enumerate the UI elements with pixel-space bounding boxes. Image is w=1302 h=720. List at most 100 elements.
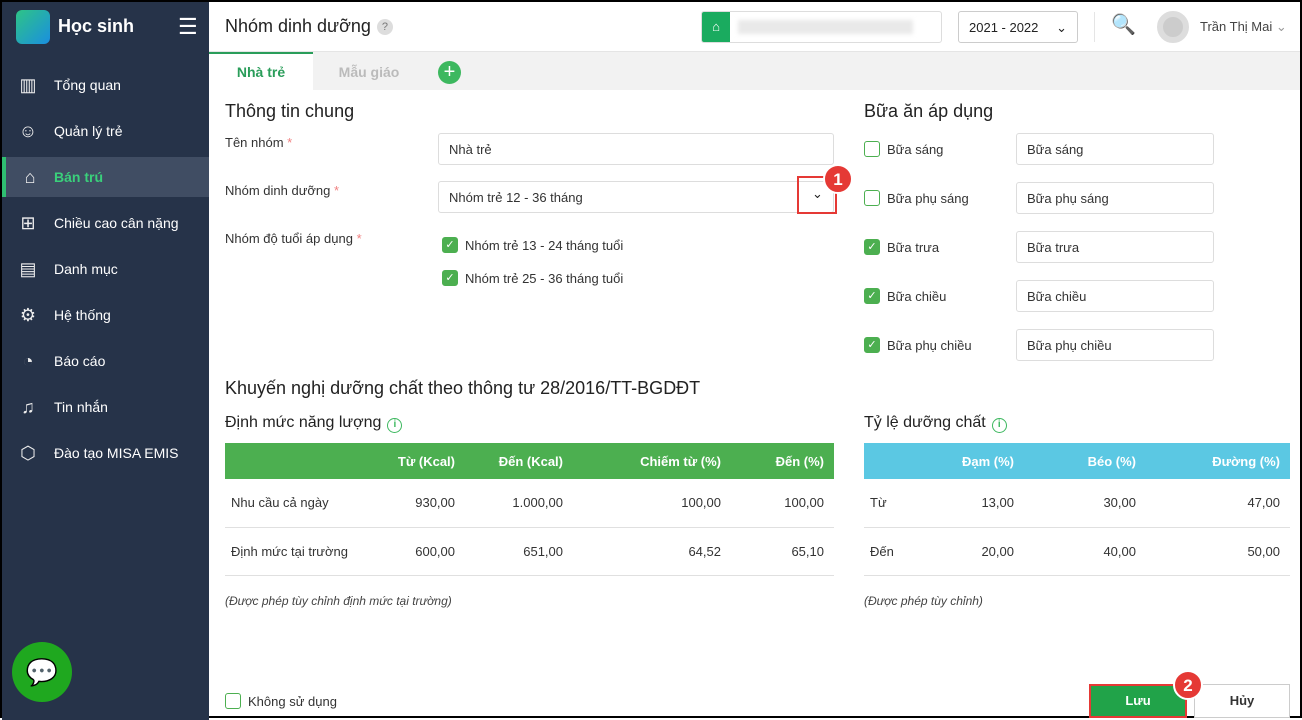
- menu-icon[interactable]: ☰: [178, 14, 198, 40]
- age-label: Nhóm độ tuổi áp dụng *: [225, 231, 362, 246]
- energy-title: Định mức năng lượng i: [225, 414, 403, 433]
- sidebar-item-label: Báo cáo: [54, 353, 106, 369]
- meal-checkbox-4[interactable]: ✓ Bữa chiều: [864, 288, 946, 304]
- meal-input-5[interactable]: Bữa phụ chiều: [1016, 329, 1214, 361]
- sidebar-item-catalog[interactable]: ▤ Danh mục: [2, 249, 209, 289]
- meal-input-3[interactable]: Bữa trưa: [1016, 231, 1214, 263]
- energy-title-text: Định mức năng lượng: [225, 414, 382, 431]
- sidebar-item-overview[interactable]: ▥ Tổng quan: [2, 65, 209, 105]
- meal-label: Bữa trưa: [887, 239, 940, 255]
- chevron-down-icon: ⌄: [812, 186, 823, 201]
- table-cell[interactable]: 930,00: [385, 479, 465, 528]
- bell-icon: ♫: [21, 396, 35, 417]
- table-cell[interactable]: 40,00: [1024, 527, 1146, 576]
- table-cell[interactable]: 651,00: [465, 527, 573, 576]
- divider: [1094, 12, 1095, 42]
- brand-name: Học sinh: [58, 16, 135, 36]
- table-cell: Đến: [864, 527, 924, 576]
- meal-input-1[interactable]: Bữa sáng: [1016, 133, 1214, 165]
- table-cell[interactable]: 50,00: [1146, 527, 1290, 576]
- page-title: Nhóm dinh dưỡng?: [225, 16, 393, 37]
- meal-label: Bữa chiều: [887, 288, 947, 304]
- general-title: Thông tin chung: [225, 101, 355, 121]
- meals-title: Bữa ăn áp dụng: [864, 101, 994, 121]
- nutrition-group-select[interactable]: Nhóm trẻ 12 - 36 tháng: [438, 181, 834, 213]
- help-icon[interactable]: ?: [376, 19, 393, 36]
- tab-kindergarten[interactable]: Mẫu giáo: [313, 52, 425, 90]
- avatar[interactable]: [1157, 11, 1189, 43]
- sidebar-item-system[interactable]: ⚙ Hệ thống: [2, 295, 209, 335]
- year-select[interactable]: 2021 - 2022 ⌄: [958, 11, 1078, 43]
- checkbox-checked-icon: ✓: [442, 237, 458, 253]
- meal-input-2[interactable]: Bữa phụ sáng: [1016, 182, 1214, 214]
- sidebar-item-label: Danh mục: [54, 261, 118, 277]
- energy-note: (Được phép tùy chỉnh định mức tại trường…: [225, 594, 452, 608]
- sidebar-item-label: Đào tạo MISA EMIS: [54, 445, 179, 461]
- plus-box-icon: ⊞: [20, 212, 36, 233]
- age-checkbox-2[interactable]: ✓ Nhóm trẻ 25 - 36 tháng tuổi: [442, 270, 623, 286]
- table-cell[interactable]: 1.000,00: [465, 479, 573, 528]
- cancel-button[interactable]: Hủy: [1194, 684, 1290, 718]
- table-cell[interactable]: 47,00: [1146, 479, 1290, 528]
- column-header: Béo (%): [1087, 453, 1136, 469]
- meal-input-4[interactable]: Bữa chiều: [1016, 280, 1214, 312]
- group-label: Nhóm dinh dưỡng *: [225, 183, 339, 198]
- required-mark: *: [287, 135, 293, 150]
- search-chart-icon[interactable]: 🔍: [1111, 12, 1136, 37]
- table-cell[interactable]: 20,00: [924, 527, 1024, 576]
- school-selector[interactable]: ⌂: [701, 11, 942, 43]
- sidebar-item-boarding[interactable]: ⌂ Bán trú: [2, 157, 209, 197]
- page-title-text: Nhóm dinh dưỡng: [225, 16, 371, 36]
- unused-checkbox[interactable]: Không sử dụng: [225, 693, 337, 709]
- recommend-title: Khuyến nghị dưỡng chất theo thông tư 28/…: [225, 378, 701, 398]
- sidebar-item-training[interactable]: ⬡ Đào tạo MISA EMIS: [2, 433, 209, 473]
- save-button[interactable]: Lưu: [1089, 684, 1187, 718]
- meal-checkbox-5[interactable]: ✓ Bữa phụ chiều: [864, 337, 972, 353]
- sidebar-item-label: Tổng quan: [54, 77, 121, 93]
- add-tab-button[interactable]: +: [438, 61, 461, 84]
- chevron-down-icon: ⌄: [1275, 19, 1287, 34]
- sidebar-item-children[interactable]: ☺ Quản lý trẻ: [2, 111, 209, 151]
- column-header: [225, 443, 385, 479]
- sidebar-item-label: Tin nhắn: [54, 399, 108, 415]
- gear-icon: ⚙: [19, 304, 37, 325]
- column-header: Đường (%): [1212, 453, 1280, 469]
- sidebar-item-label: Bán trú: [54, 169, 103, 185]
- sidebar-item-height-weight[interactable]: ⊞ Chiều cao cân nặng: [2, 203, 209, 243]
- ratio-title: Tỷ lệ dưỡng chất i: [864, 414, 1007, 433]
- sidebar-item-reports[interactable]: ◔ Báo cáo: [2, 341, 209, 381]
- group-label-text: Nhóm dinh dưỡng: [225, 183, 331, 198]
- step-badge-2: 2: [1173, 670, 1203, 700]
- meal-label: Bữa phụ sáng: [887, 190, 969, 206]
- checkbox-icon: [864, 190, 880, 206]
- info-icon[interactable]: i: [387, 418, 403, 433]
- meal-checkbox-3[interactable]: ✓ Bữa trưa: [864, 239, 939, 255]
- table-cell: Từ: [864, 479, 924, 528]
- checkbox-icon: [864, 141, 880, 157]
- age-checkbox-1[interactable]: ✓ Nhóm trẻ 13 - 24 tháng tuổi: [442, 237, 623, 253]
- sidebar-item-messages[interactable]: ♫ Tin nhắn: [2, 387, 209, 427]
- meal-checkbox-2[interactable]: Bữa phụ sáng: [864, 190, 969, 206]
- table-cell[interactable]: 600,00: [385, 527, 465, 576]
- pie-icon: ◔: [22, 350, 34, 371]
- column-header: Chiếm từ (%): [640, 453, 721, 469]
- meal-label: Bữa sáng: [887, 141, 944, 157]
- group-name-input[interactable]: Nhà trẻ: [438, 133, 834, 165]
- meal-checkbox-1[interactable]: Bữa sáng: [864, 141, 943, 157]
- user-menu[interactable]: Trần Thị Mai ⌄: [1200, 19, 1287, 35]
- checkbox-icon: [225, 693, 241, 709]
- chat-button[interactable]: 💬: [12, 642, 72, 702]
- ratio-note: (Được phép tùy chỉnh): [864, 594, 983, 608]
- app-logo: [16, 10, 50, 44]
- table-cell[interactable]: 30,00: [1024, 479, 1146, 528]
- column-header: Từ (Kcal): [397, 453, 455, 469]
- nutrition-group-value: Nhóm trẻ 12 - 36 tháng: [449, 190, 583, 205]
- required-mark: *: [334, 183, 340, 198]
- tab-nursery[interactable]: Nhà trẻ: [209, 52, 313, 90]
- age-option-label: Nhóm trẻ 25 - 36 tháng tuổi: [465, 270, 624, 286]
- checkbox-checked-icon: ✓: [442, 270, 458, 286]
- user-icon: ☺: [18, 120, 38, 141]
- info-icon[interactable]: i: [991, 418, 1007, 433]
- table-cell[interactable]: 13,00: [924, 479, 1024, 528]
- header: Nhóm dinh dưỡng? ⌂ 2021 - 2022 ⌄ 🔍 Trần T…: [209, 2, 1300, 52]
